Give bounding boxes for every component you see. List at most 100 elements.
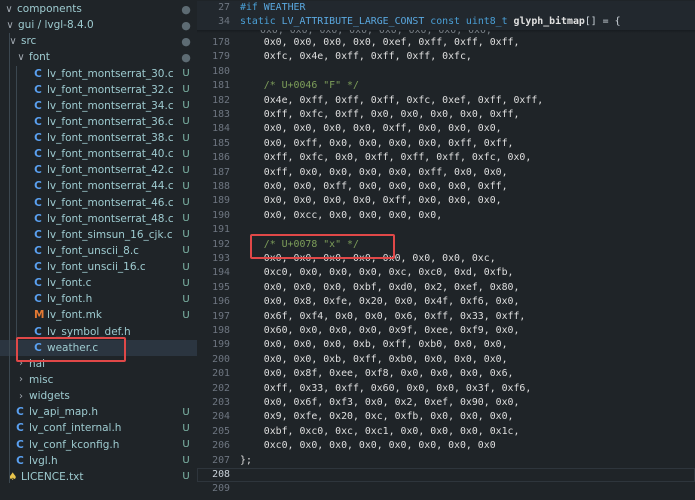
file-item[interactable]: Clv_font_montserrat_34.c U: [0, 98, 197, 114]
untracked-badge: U: [182, 261, 190, 273]
untracked-badge: U: [182, 406, 190, 418]
file-item[interactable]: Clv_conf_kconfig.h U: [0, 437, 197, 453]
code-line[interactable]: 178 0x0, 0x0, 0x0, 0x0, 0xef, 0xff, 0xff…: [197, 36, 695, 50]
untracked-badge: U: [182, 180, 190, 192]
chevron-down-icon[interactable]: ∨: [5, 20, 15, 31]
tree-item-label: lv_font_montserrat_34.c: [47, 99, 174, 112]
code-line[interactable]: 190 0x0, 0xcc, 0x0, 0x0, 0x0, 0x0,: [197, 209, 695, 223]
code-line[interactable]: 181 /* U+0046 "F" */: [197, 79, 695, 93]
code-line[interactable]: 179 0xfc, 0x4e, 0xff, 0xff, 0xff, 0xfc,: [197, 50, 695, 64]
code-line[interactable]: 186 0xff, 0xfc, 0x0, 0xff, 0xff, 0xff, 0…: [197, 151, 695, 165]
tree-item-label: lv_font.c: [47, 277, 92, 290]
code-line[interactable]: 185 0x0, 0xff, 0x0, 0x0, 0x0, 0x0, 0xff,…: [197, 137, 695, 151]
file-item[interactable]: Clv_font_simsun_16_cjk.c U: [0, 227, 197, 243]
folder-item[interactable]: › widgets: [0, 388, 197, 404]
c-file-icon: C: [34, 244, 42, 257]
code-text: 0xff, 0x33, 0xff, 0x60, 0x0, 0x0, 0x3f, …: [240, 382, 532, 394]
code-line[interactable]: 201 0x0, 0x8f, 0xee, 0xf8, 0x0, 0x0, 0x0…: [197, 367, 695, 381]
code-line[interactable]: 180: [197, 65, 695, 79]
code-line[interactable]: 199 0x0, 0x0, 0x0, 0xb, 0xff, 0xb0, 0x0,…: [197, 338, 695, 352]
code-line[interactable]: 208: [197, 468, 695, 483]
file-item[interactable]: Clv_font_montserrat_38.c U: [0, 130, 197, 146]
line-number: 181: [212, 80, 230, 92]
file-item[interactable]: Clvgl.h U: [0, 453, 197, 469]
code-line[interactable]: 183 0xff, 0xfc, 0xff, 0x0, 0x0, 0x0, 0x0…: [197, 108, 695, 122]
code-line[interactable]: 209: [197, 482, 695, 496]
code-line[interactable]: 184 0x0, 0x0, 0x0, 0x0, 0xff, 0x0, 0x0, …: [197, 122, 695, 136]
code-line[interactable]: 194 0xc0, 0x0, 0x0, 0x0, 0xc, 0xc0, 0xd,…: [197, 266, 695, 280]
code-editor[interactable]: 0x0, 0x0, 0x0, 0x0, 0x0, 0x0, 0x0, 0x0, 1…: [197, 0, 695, 500]
c-file-icon: C: [34, 325, 42, 338]
untracked-badge: U: [182, 422, 190, 434]
code-line[interactable]: 198 0x60, 0x0, 0x0, 0x0, 0x9f, 0xee, 0xf…: [197, 324, 695, 338]
untracked-badge: U: [182, 197, 190, 209]
code-line[interactable]: 197 0x6f, 0xf4, 0x0, 0x0, 0x6, 0xff, 0x3…: [197, 310, 695, 324]
code-line[interactable]: 203 0x0, 0x6f, 0xf3, 0x0, 0x2, 0xef, 0x9…: [197, 396, 695, 410]
file-item[interactable]: Clv_font_montserrat_44.c U: [0, 178, 197, 194]
code-text: 0x0, 0xff, 0x0, 0x0, 0x0, 0x0, 0xff, 0xf…: [240, 137, 514, 149]
file-item[interactable]: Clv_font_montserrat_36.c U: [0, 114, 197, 130]
code-line[interactable]: 196 0x0, 0x8, 0xfe, 0x20, 0x0, 0x4f, 0xf…: [197, 295, 695, 309]
file-item[interactable]: Clv_font_montserrat_48.c U: [0, 211, 197, 227]
tree-item-label: lv_symbol_def.h: [47, 325, 131, 338]
code-line[interactable]: 195 0x0, 0x0, 0x0, 0xbf, 0xd0, 0x2, 0xef…: [197, 281, 695, 295]
file-item[interactable]: Clv_font_montserrat_46.c U: [0, 195, 197, 211]
folder-item[interactable]: ∨ src ●: [0, 33, 197, 49]
file-item[interactable]: Mlv_font.mk U: [0, 307, 197, 323]
file-item[interactable]: ♠ LICENCE.txt U: [0, 469, 197, 485]
folder-item[interactable]: ∨ font ●: [0, 49, 197, 65]
folder-item[interactable]: ∨ components ●: [0, 1, 197, 17]
file-item[interactable]: Clv_font_montserrat_32.c U: [0, 82, 197, 98]
untracked-badge: U: [182, 68, 190, 80]
tree-item-label: components: [17, 3, 82, 15]
chevron-right-icon[interactable]: ›: [16, 374, 26, 385]
line-number: 27: [218, 2, 230, 13]
file-item[interactable]: Clv_font_unscii_16.c U: [0, 259, 197, 275]
file-item[interactable]: Clv_font.h U: [0, 291, 197, 307]
line-number: 189: [212, 195, 230, 207]
folder-item[interactable]: › misc: [0, 372, 197, 388]
folder-item[interactable]: ∨ gui / lvgl-8.4.0 ●: [0, 17, 197, 33]
code-line[interactable]: 187 0xff, 0x0, 0x0, 0x0, 0x0, 0xff, 0x0,…: [197, 166, 695, 180]
chevron-down-icon[interactable]: ∨: [4, 4, 14, 15]
code-line[interactable]: 206 0xc0, 0x0, 0x0, 0x0, 0x0, 0x0, 0x0, …: [197, 439, 695, 453]
untracked-badge: U: [182, 229, 190, 241]
code-line[interactable]: 205 0xbf, 0xc0, 0xc, 0xc1, 0x0, 0x0, 0x0…: [197, 425, 695, 439]
comment-highlight-box: [250, 233, 395, 259]
code-text: 0xfc, 0x4e, 0xff, 0xff, 0xff, 0xfc,: [240, 51, 472, 63]
code-text: 0x0, 0x6f, 0xf3, 0x0, 0x2, 0xef, 0x90, 0…: [240, 397, 520, 408]
code-line[interactable]: 204 0x9, 0xfe, 0x20, 0xc, 0xfb, 0x0, 0x0…: [197, 410, 695, 424]
chevron-right-icon[interactable]: ›: [16, 391, 26, 402]
code-text: 0x0, 0xcc, 0x0, 0x0, 0x0, 0x0,: [240, 209, 443, 221]
file-item[interactable]: Clv_font.c U: [0, 275, 197, 291]
code-text: #if WEATHER: [240, 2, 306, 13]
c-file-icon: C: [34, 115, 42, 128]
tree-item-label: lv_font_montserrat_30.c: [47, 67, 174, 80]
sticky-scroll-line[interactable]: 27 #if WEATHER: [197, 1, 695, 16]
file-item[interactable]: Clv_api_map.h U: [0, 404, 197, 420]
line-number: 188: [212, 181, 230, 192]
code-text: 0x0, 0x0, 0x0, 0xbf, 0xd0, 0x2, 0xef, 0x…: [240, 281, 520, 293]
code-text: 0x0, 0x0, 0xff, 0x0, 0x0, 0x0, 0x0, 0xff…: [240, 181, 508, 192]
tree-item-label: gui / lvgl-8.4.0: [18, 19, 94, 32]
chevron-down-icon[interactable]: ∨: [16, 52, 26, 63]
file-item[interactable]: Clv_font_montserrat_42.c U: [0, 162, 197, 178]
code-line[interactable]: 189 0x0, 0x0, 0x0, 0x0, 0xff, 0x0, 0x0, …: [197, 194, 695, 208]
tree-item-label: lv_font_montserrat_32.c: [47, 83, 174, 96]
file-item[interactable]: Clv_font_montserrat_30.c U: [0, 66, 197, 82]
tree-item-label: lv_font_montserrat_40.c: [47, 148, 174, 161]
file-item[interactable]: Clv_font_unscii_8.c U: [0, 243, 197, 259]
code-line[interactable]: 202 0xff, 0x33, 0xff, 0x60, 0x0, 0x0, 0x…: [197, 382, 695, 396]
c-file-icon: C: [34, 148, 42, 161]
code-line[interactable]: 207};: [197, 454, 695, 468]
code-line[interactable]: 188 0x0, 0x0, 0xff, 0x0, 0x0, 0x0, 0x0, …: [197, 180, 695, 194]
file-item[interactable]: Clv_font_montserrat_40.c U: [0, 146, 197, 162]
modified-dot-icon: ●: [181, 18, 191, 32]
sticky-scroll-line[interactable]: 34 static LV_ATTRIBUTE_LARGE_CONST const …: [197, 15, 695, 30]
code-line[interactable]: 182 0x4e, 0xff, 0xff, 0xff, 0xfc, 0xef, …: [197, 94, 695, 108]
code-line[interactable]: 200 0x0, 0x0, 0xb, 0xff, 0xb0, 0x0, 0x0,…: [197, 353, 695, 367]
code-text: 0xff, 0xfc, 0x0, 0xff, 0xff, 0xff, 0xfc,…: [240, 152, 532, 164]
line-number: 185: [212, 137, 230, 149]
modified-dot-icon: ●: [181, 50, 191, 64]
file-item[interactable]: Clv_conf_internal.h U: [0, 420, 197, 436]
